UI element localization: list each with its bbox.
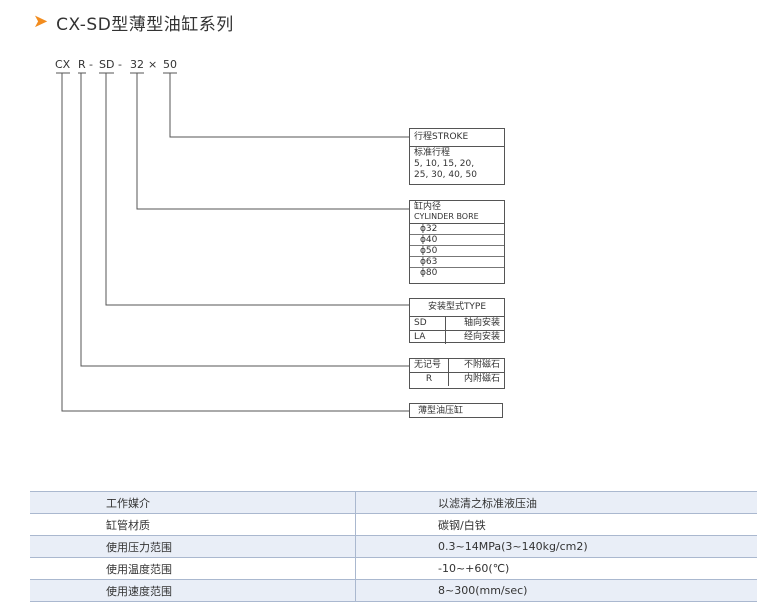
magnet-row: R 内附磁石: [410, 373, 504, 386]
bore-value: ϕ63: [410, 257, 504, 268]
mount-row: SD 轴向安装: [410, 317, 504, 331]
table-row: 缸管材质 碳钢/白铁: [30, 513, 757, 536]
mount-code: LA: [410, 331, 446, 344]
spec-key: 工作媒介: [30, 491, 356, 514]
stroke-values-1: 5, 10, 15, 20,: [414, 159, 475, 169]
bore-value: ϕ50: [410, 246, 504, 257]
stroke-header: 行程STROKE: [410, 129, 504, 147]
spec-value: 0.3~14MPa(3~140kg/cm2): [355, 535, 757, 558]
magnet-desc: 内附磁石: [463, 374, 500, 384]
bore-value: ϕ32: [410, 224, 504, 235]
spec-value: 碳钢/白铁: [355, 513, 757, 536]
spec-key: 缸管材质: [30, 513, 356, 536]
spec-value: -10~+60(℃): [355, 557, 757, 580]
spec-value: 8~300(mm/sec): [355, 579, 757, 602]
stroke-box: 行程STROKE 标准行程 5, 10, 15, 20, 25, 30, 40,…: [409, 128, 505, 185]
magnet-code: R: [410, 373, 449, 386]
mount-desc: 轴向安装: [463, 318, 500, 328]
spec-key: 使用温度范围: [30, 557, 356, 580]
bore-header-en: CYLINDER BORE: [414, 212, 479, 221]
magnet-code: 无记号: [410, 359, 449, 372]
table-row: 使用压力范围 0.3~14MPa(3~140kg/cm2): [30, 535, 757, 558]
mount-row: LA 经向安装: [410, 331, 504, 344]
stroke-values-2: 25, 30, 40, 50: [414, 170, 477, 180]
stroke-label: 标准行程: [414, 148, 451, 158]
mount-desc: 经向安装: [463, 332, 500, 342]
spec-table: 工作媒介 以滤清之标准液压油 缸管材质 碳钢/白铁 使用压力范围 0.3~14M…: [30, 491, 757, 602]
bore-value: ϕ40: [410, 235, 504, 246]
type-box: 薄型油压缸: [409, 403, 503, 418]
bore-header: 缸内径: [414, 202, 442, 212]
bore-box: 缸内径 CYLINDER BORE ϕ32 ϕ40 ϕ50 ϕ63 ϕ80: [409, 200, 505, 284]
spec-key: 使用压力范围: [30, 535, 356, 558]
mount-header: 安装型式TYPE: [410, 299, 504, 317]
magnet-desc: 不附磁石: [463, 360, 500, 370]
magnet-box: 无记号 不附磁石 R 内附磁石: [409, 358, 505, 389]
spec-key: 使用速度范围: [30, 579, 356, 602]
magnet-row: 无记号 不附磁石: [410, 359, 504, 373]
table-row: 使用速度范围 8~300(mm/sec): [30, 579, 757, 602]
spec-value: 以滤清之标准液压油: [355, 491, 757, 514]
table-row: 使用温度范围 -10~+60(℃): [30, 557, 757, 580]
table-row: 工作媒介 以滤清之标准液压油: [30, 491, 757, 514]
mount-code: SD: [410, 317, 446, 330]
bore-value: ϕ80: [420, 268, 438, 278]
mount-box: 安装型式TYPE SD 轴向安装 LA 经向安装: [409, 298, 505, 344]
